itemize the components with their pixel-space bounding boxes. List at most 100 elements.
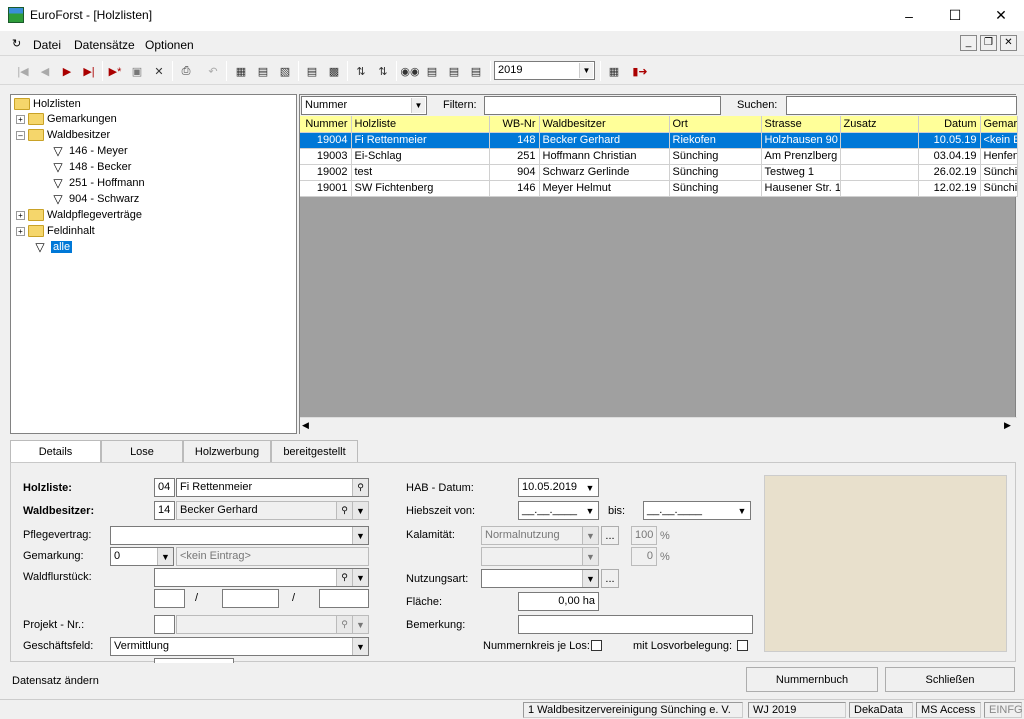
form-view-icon[interactable]: ▤	[254, 62, 272, 80]
table-row[interactable]: 19002 test 904 Schwarz Gerlinde Sünching…	[300, 164, 1018, 181]
expand-icon[interactable]: +	[16, 226, 25, 236]
tree-node-waldpflegevertraege[interactable]: + Waldpflegeverträge	[16, 207, 142, 223]
table-view-icon[interactable]: ▦	[232, 62, 250, 80]
column-header[interactable]: Datum	[918, 116, 981, 133]
mdi-minimize-icon[interactable]: _	[960, 35, 977, 51]
chevron-down-icon[interactable]: ▼	[734, 502, 750, 519]
menu-datei[interactable]: Datei	[33, 38, 61, 52]
last-record-icon[interactable]: ▶|	[80, 62, 98, 80]
menu-datensaetze[interactable]: Datensätze	[74, 38, 135, 52]
tree-node-waldbesitzer[interactable]: – Waldbesitzer	[16, 127, 110, 143]
column-header[interactable]: Holzliste	[351, 116, 490, 133]
flurstueck-part-2[interactable]	[222, 589, 279, 608]
tree-node-schwarz[interactable]: ▽ 904 - Schwarz	[51, 191, 139, 207]
nummernbuch-button[interactable]: Nummernbuch	[746, 667, 878, 692]
chevron-down-icon[interactable]: ▼	[352, 616, 368, 633]
delete-icon[interactable]: ✕	[150, 62, 168, 80]
tree-root[interactable]: Holzlisten	[14, 96, 81, 112]
chevron-down-icon[interactable]: ▼	[582, 479, 598, 496]
calculator-icon[interactable]: ▦	[605, 62, 623, 80]
chevron-down-icon[interactable]: ▼	[582, 502, 598, 519]
tree-view[interactable]: Holzlisten + Gemarkungen – Waldbesitzer …	[10, 94, 297, 434]
column-header[interactable]: Ort	[669, 116, 762, 133]
tree-node-alle[interactable]: ▽ alle	[33, 239, 73, 255]
tree-node-becker[interactable]: ▽ 148 - Becker	[51, 159, 131, 175]
tab-bereitgestellt[interactable]: bereitgestellt	[271, 440, 358, 462]
holzliste-name-field[interactable]: Fi Rettenmeier ⚲	[176, 478, 369, 497]
split-view-icon[interactable]: ▧	[276, 62, 294, 80]
search-input[interactable]	[786, 96, 1017, 115]
column-header[interactable]: WB-Nr	[489, 116, 540, 133]
tab-details[interactable]: Details	[10, 440, 101, 462]
column-header[interactable]: Nummer	[300, 116, 352, 133]
table-row[interactable]: 19004 Fi Rettenmeier 148 Becker Gerhard …	[300, 132, 1018, 149]
search-icon[interactable]: ⚲	[336, 569, 352, 586]
chevron-down-icon[interactable]: ▼	[352, 569, 368, 586]
maximize-icon[interactable]: ☐	[932, 0, 978, 31]
projekt-name-field[interactable]: ⚲ ▼	[176, 615, 369, 634]
hiebszeit-von-field[interactable]: __.__.____ ▼	[518, 501, 599, 520]
kalamitaet-more-button[interactable]: ...	[601, 526, 619, 545]
next-record-icon[interactable]: ▶	[58, 62, 76, 80]
table-row[interactable]: 19001 SW Fichtenberg 146 Meyer Helmut Sü…	[300, 180, 1018, 197]
kalamitaet-select[interactable]: Normalnutzung ▼	[481, 526, 599, 545]
tree-node-gemarkungen[interactable]: + Gemarkungen	[16, 111, 117, 127]
bemerkung-field[interactable]	[518, 615, 753, 634]
waldbesitzer-name-field[interactable]: Becker Gerhard ⚲ ▼	[176, 501, 369, 520]
waldflurstueck-field[interactable]: ⚲ ▼	[154, 568, 369, 587]
document-icon[interactable]: ▤	[303, 62, 321, 80]
losvorbelegung-checkbox[interactable]	[737, 640, 748, 651]
menu-optionen[interactable]: Optionen	[145, 38, 194, 52]
tab-lose[interactable]: Lose	[101, 440, 183, 462]
exit-icon[interactable]: ▮➜	[631, 62, 649, 80]
year-select[interactable]: 2019 ▼	[494, 61, 595, 80]
geschaeftsfeld-select[interactable]: Vermittlung ▼	[110, 637, 369, 656]
mdi-system-icon[interactable]: ↻	[12, 37, 21, 50]
horizontal-scrollbar[interactable]: ◀ ▶	[300, 417, 1017, 434]
save-icon[interactable]: ▣	[128, 62, 146, 80]
expand-icon[interactable]: +	[16, 114, 25, 124]
flaeche-field[interactable]: 0,00 ha	[518, 592, 599, 611]
pflegevertrag-select[interactable]: ▼	[110, 526, 369, 545]
close-icon[interactable]: ✕	[978, 0, 1024, 31]
waldbesitzer-number-field[interactable]: 14	[154, 501, 175, 520]
expand-icon[interactable]: +	[16, 210, 25, 220]
undo-icon[interactable]: ↶	[204, 62, 222, 80]
mdi-close-icon[interactable]: ✕	[1000, 35, 1017, 51]
table-row[interactable]: 19003 Ei-Schlag 251 Hoffmann Christian S…	[300, 148, 1018, 165]
tree-node-hoffmann[interactable]: ▽ 251 - Hoffmann	[51, 175, 144, 191]
tree-node-meyer[interactable]: ▽ 146 - Meyer	[51, 143, 127, 159]
gemarkung-select[interactable]: 0 ▼	[110, 547, 174, 566]
nutzungsart-select[interactable]: ▼	[481, 569, 599, 588]
filter-form-icon[interactable]: ▤	[423, 62, 441, 80]
search-icon[interactable]: ⚲	[336, 616, 352, 633]
filter-input[interactable]	[484, 96, 721, 115]
sort-asc-icon[interactable]: ⇅	[352, 62, 370, 80]
column-header[interactable]: Zusatz	[840, 116, 919, 133]
hab-datum-field[interactable]: 10.05.2019 ▼	[518, 478, 599, 497]
scroll-left-icon[interactable]: ◀	[302, 420, 309, 431]
first-record-icon[interactable]: |◀	[14, 62, 32, 80]
second-percent-field[interactable]: 0	[631, 547, 657, 566]
tab-holzwerbung[interactable]: Holzwerbung	[183, 440, 271, 462]
column-header[interactable]: Strasse	[761, 116, 841, 133]
report-icon[interactable]: ▩	[325, 62, 343, 80]
projekt-number-field[interactable]	[154, 615, 175, 634]
sort-desc-icon[interactable]: ⇅	[374, 62, 392, 80]
prev-record-icon[interactable]: ◀	[36, 62, 54, 80]
search-icon[interactable]: ⚲	[352, 479, 368, 496]
hiebszeit-bis-field[interactable]: __.__.____ ▼	[643, 501, 751, 520]
filter-clear-icon[interactable]: ▤	[467, 62, 485, 80]
filter-apply-icon[interactable]: ▤	[445, 62, 463, 80]
scroll-right-icon[interactable]: ▶	[1004, 420, 1011, 431]
column-header[interactable]: Gemark	[980, 116, 1018, 133]
holzliste-number-field[interactable]: 04	[154, 478, 175, 497]
kalamitaet-percent-field[interactable]: 100	[631, 526, 657, 545]
new-record-icon[interactable]: ▶*	[106, 62, 124, 80]
search-icon[interactable]: ⚲	[336, 502, 352, 519]
second-kalamitaet-select[interactable]: ▼	[481, 547, 599, 566]
nutzungsart-more-button[interactable]: ...	[601, 569, 619, 588]
mdi-restore-icon[interactable]: ❐	[980, 35, 997, 51]
tree-node-feldinhalt[interactable]: + Feldinhalt	[16, 223, 95, 239]
chevron-down-icon[interactable]: ▼	[352, 502, 368, 519]
